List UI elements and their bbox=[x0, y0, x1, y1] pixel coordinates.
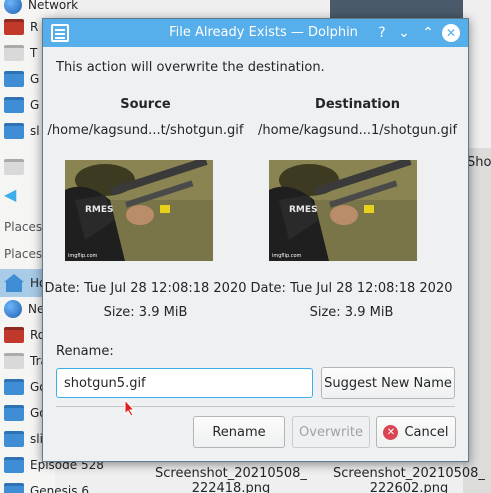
source-column: Source /home/kagsund...t/shotgun.gif bbox=[43, 97, 248, 138]
folder-red-icon bbox=[4, 327, 24, 343]
file-caption[interactable]: Screenshot_20210508_ 222418.png bbox=[155, 466, 307, 493]
destination-thumbnail: RMES imgflip.com bbox=[269, 160, 417, 261]
cancel-icon: ✕ bbox=[383, 424, 399, 440]
source-thumbnail: RMES imgflip.com bbox=[65, 160, 213, 261]
overwrite-button[interactable]: Overwrite bbox=[292, 416, 370, 448]
minimize-button[interactable]: ⌄ bbox=[393, 22, 415, 44]
svg-text:RMES: RMES bbox=[85, 205, 114, 215]
svg-text:imgflip.com: imgflip.com bbox=[68, 253, 98, 259]
source-size: Size: 3.9 MiB bbox=[103, 305, 188, 320]
source-date: Date: Tue Jul 28 12:08:18 2020 bbox=[44, 281, 247, 296]
destination-heading: Destination bbox=[315, 97, 400, 112]
help-button[interactable]: ? bbox=[371, 22, 393, 44]
file-caption[interactable]: Screenshot_20210508_ 222602.png bbox=[333, 466, 485, 493]
mouse-cursor-icon bbox=[124, 399, 136, 417]
sidebar-item-label: R bbox=[30, 20, 39, 34]
thumbnail-strip bbox=[330, 0, 463, 18]
suggest-new-name-button[interactable]: Suggest New Name bbox=[321, 367, 455, 399]
places-item-label: Genesis 6 bbox=[30, 484, 89, 493]
source-path: /home/kagsund...t/shotgun.gif bbox=[47, 123, 244, 138]
places-item[interactable]: Genesis 6 bbox=[0, 478, 140, 493]
dialog-titlebar[interactable]: File Already Exists — Dolphin ? ⌄ ⌃ ✕ bbox=[43, 19, 468, 47]
rename-input[interactable] bbox=[56, 368, 313, 398]
rename-label: Rename: bbox=[56, 344, 114, 359]
folder-grey-icon bbox=[4, 45, 24, 61]
app-window-icon bbox=[4, 159, 24, 175]
close-icon[interactable]: ✕ bbox=[442, 24, 460, 42]
destination-column: Destination /home/kagsund...1/shotgun.gi… bbox=[255, 97, 460, 138]
destination-path: /home/kagsund...1/shotgun.gif bbox=[257, 123, 458, 138]
sidebar-item-label: G bbox=[30, 72, 40, 86]
sidebar-item-label: G bbox=[30, 98, 40, 112]
folder-icon bbox=[4, 483, 24, 493]
folder-icon bbox=[4, 431, 24, 447]
background-label: Sho bbox=[467, 155, 491, 170]
folder-icon bbox=[4, 97, 24, 113]
cancel-button[interactable]: ✕ Cancel bbox=[376, 416, 456, 448]
overwrite-message: This action will overwrite the destinati… bbox=[56, 60, 325, 75]
shotgun-image: RMES imgflip.com bbox=[65, 160, 213, 261]
globe-icon bbox=[4, 0, 22, 14]
back-button[interactable]: ◀ bbox=[0, 183, 40, 209]
shotgun-image: RMES imgflip.com bbox=[269, 160, 417, 261]
folder-icon bbox=[4, 457, 24, 473]
trash-icon bbox=[4, 353, 24, 369]
source-heading: Source bbox=[120, 97, 171, 112]
places-header: Places bbox=[4, 247, 43, 261]
globe-icon bbox=[4, 300, 22, 318]
home-icon bbox=[4, 274, 24, 292]
destination-size: Size: 3.9 MiB bbox=[309, 305, 394, 320]
rename-button[interactable]: Rename bbox=[193, 416, 285, 448]
places-header: Places bbox=[4, 220, 43, 234]
folder-icon bbox=[4, 379, 24, 395]
folder-red-icon bbox=[4, 19, 24, 35]
sidebar-item-label: Network bbox=[28, 0, 79, 12]
folder-icon bbox=[4, 123, 24, 139]
back-arrow-icon: ◀ bbox=[4, 185, 17, 204]
folder-icon bbox=[4, 405, 24, 421]
svg-text:imgflip.com: imgflip.com bbox=[272, 253, 302, 259]
sidebar-item-label: sl bbox=[30, 124, 40, 138]
separator bbox=[56, 406, 455, 407]
sidebar-item-label: T bbox=[30, 46, 38, 60]
folder-icon bbox=[4, 71, 24, 87]
svg-text:RMES: RMES bbox=[289, 205, 318, 215]
maximize-button[interactable]: ⌃ bbox=[417, 22, 439, 44]
destination-date: Date: Tue Jul 28 12:08:18 2020 bbox=[250, 281, 453, 296]
cancel-label: Cancel bbox=[404, 424, 449, 440]
places-item-label: sli bbox=[30, 432, 43, 446]
file-exists-dialog: File Already Exists — Dolphin ? ⌄ ⌃ ✕ Th… bbox=[42, 18, 469, 462]
